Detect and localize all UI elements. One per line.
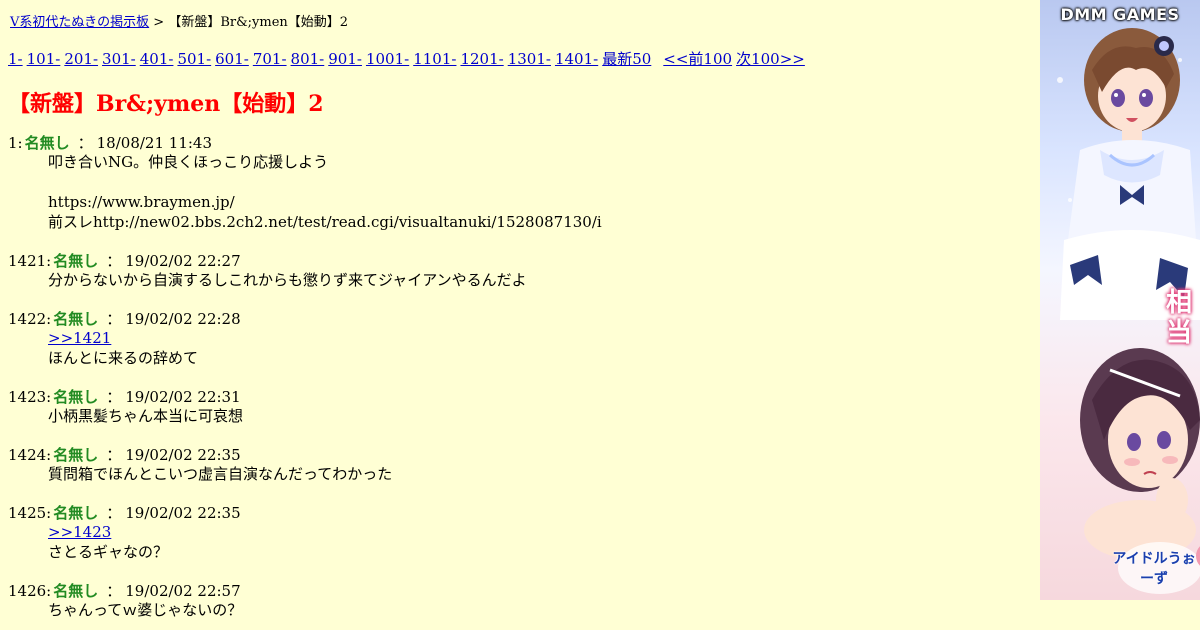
ad-banner[interactable]: DMM GAMES 相当 アイドルうぉーず	[1040, 0, 1200, 600]
thread-page: V系初代たぬきの掲示板 > 【新盤】Br&;ymen【始動】2 1- 101- 20…	[0, 0, 1040, 630]
post-body: 分からないから自演するしこれからも懲りず来てジャイアンやるんだよ	[48, 270, 1028, 290]
post-author-name: 名無し	[53, 504, 99, 522]
post-text-line: 小柄黒髪ちゃん本当に可哀想	[48, 407, 244, 425]
post: 1421: 名無し ： 19/02/02 22:27 分からないから自演するしこれからも…	[8, 252, 1028, 290]
post-separator: ：	[106, 252, 122, 270]
post-body: 質問箱でほんとこいつ虚言自演なんだってわかった	[48, 464, 1028, 484]
post-number: 1423:	[8, 388, 52, 406]
post-header: 1425: 名無し ： 19/02/02 22:35	[8, 504, 1028, 522]
pager-link[interactable]: 101-	[27, 50, 61, 68]
board-link[interactable]: V系初代たぬきの掲示板	[10, 15, 149, 30]
post-text-line: 前スレhttp://new02.bbs.2ch2.net/test/read.c…	[48, 213, 602, 231]
post-text-line	[48, 172, 1028, 192]
post-author-name: 名無し	[53, 252, 99, 270]
pager-link[interactable]: 801-	[291, 50, 325, 68]
post: 1425: 名無し ： 19/02/02 22:35 >>1423 さとるギャなの？	[8, 504, 1028, 562]
post-author-name: 名無し	[24, 134, 70, 152]
post-separator: ：	[77, 134, 93, 152]
pager-link[interactable]: 701-	[253, 50, 287, 68]
post-header: 1: 名無し ： 18/08/21 11:43	[8, 134, 1028, 152]
pager-link[interactable]: 901-	[328, 50, 362, 68]
post-text-line: さとるギャなの？	[48, 543, 169, 561]
post: 1424: 名無し ： 19/02/02 22:35 質問箱でほんとこいつ虚言自演なんだ…	[8, 446, 1028, 484]
post-date: 18/08/21 11:43	[96, 134, 213, 152]
post-author-name: 名無し	[53, 446, 99, 464]
pager-link[interactable]: 501-	[177, 50, 211, 68]
post-body: 叩き合いNG。仲良くほっこり応援しよう https://www.braymen.j…	[48, 152, 1028, 232]
pager-link[interactable]: 1401-	[555, 50, 598, 68]
post-header: 1426: 名無し ： 19/02/02 22:57	[8, 582, 1028, 600]
post-separator: ：	[106, 446, 122, 464]
post-body: >>1423 さとるギャなの？	[48, 522, 1028, 562]
post-separator: ：	[106, 582, 122, 600]
post: 1: 名無し ： 18/08/21 11:43 叩き合いNG。仲良くほっこり応援しよう h…	[8, 134, 1028, 232]
pager-link[interactable]: 1201-	[460, 50, 503, 68]
breadcrumb-current: 【新盤】Br&;ymen【始動】2	[168, 15, 349, 30]
post-date: 19/02/02 22:27	[125, 252, 241, 270]
reply-anchor-link[interactable]: >>1421	[48, 328, 1028, 348]
post-separator: ：	[106, 504, 122, 522]
post-number: 1425:	[8, 504, 52, 522]
breadcrumb: V系初代たぬきの掲示板 > 【新盤】Br&;ymen【始動】2	[10, 11, 348, 30]
post-date: 19/02/02 22:35	[125, 446, 241, 464]
post-header: 1421: 名無し ： 19/02/02 22:27	[8, 252, 1028, 270]
pager-link[interactable]: 201-	[64, 50, 98, 68]
post-text-line: ちゃんってｗ婆じゃないの？	[48, 601, 243, 619]
post-number: 1426:	[8, 582, 52, 600]
pager-link[interactable]: 最新50	[602, 50, 651, 68]
pager-link[interactable]: 1-	[8, 50, 23, 68]
prev-100-link[interactable]: <<前100	[663, 50, 732, 68]
post-text-line: 叩き合いNG。仲良くほっこり応援しよう	[48, 153, 329, 171]
post: 1426: 名無し ： 19/02/02 22:57 ちゃんってｗ婆じゃないの？	[8, 582, 1028, 620]
post-date: 19/02/02 22:35	[125, 504, 241, 522]
pagination-nav: 1- 101- 201- 301- 401- 501- 601- 701- 801- 901- 10…	[8, 48, 809, 69]
post-header: 1423: 名無し ： 19/02/02 22:31	[8, 388, 1028, 406]
ad-game-logo: アイドルうぉーず	[1112, 551, 1196, 587]
post-text-line: https://www.braymen.jp/	[48, 193, 235, 211]
post-separator: ：	[106, 388, 122, 406]
breadcrumb-separator: >	[153, 15, 165, 30]
post-separator: ：	[106, 310, 122, 328]
post-author-name: 名無し	[53, 310, 99, 328]
post-text-line: 質問箱でほんとこいつ虚言自演なんだってわかった	[48, 465, 393, 483]
post-body: ちゃんってｗ婆じゃないの？	[48, 600, 1028, 620]
post-number: 1:	[8, 134, 23, 152]
ad-badge-text: 相当	[1165, 288, 1192, 348]
post-list: 1: 名無し： 18/08/21 11:43 叩き合いNG。仲良くほっこり応援しよう h…	[8, 134, 1028, 630]
post-date: 19/02/02 22:28	[125, 310, 241, 328]
post: 1423: 名無し ： 19/02/02 22:31 小柄黒髪ちゃん本当に可哀想	[8, 388, 1028, 426]
pager-link[interactable]: 1001-	[366, 50, 409, 68]
pager-link[interactable]: 1301-	[508, 50, 551, 68]
post-number: 1421:	[8, 252, 52, 270]
post-date: 19/02/02 22:57	[125, 582, 241, 600]
post-date: 19/02/02 22:31	[125, 388, 241, 406]
pager-link[interactable]: 301-	[102, 50, 136, 68]
post-body: 小柄黒髪ちゃん本当に可哀想	[48, 406, 1028, 426]
post-author-name: 名無し	[53, 582, 99, 600]
post-number: 1424:	[8, 446, 52, 464]
post-header: 1424: 名無し ： 19/02/02 22:35	[8, 446, 1028, 464]
post-body: >>1421 ほんとに来るの辞めて	[48, 328, 1028, 368]
post-author-name: 名無し	[53, 388, 99, 406]
post-text-line: 分からないから自演するしこれからも懲りず来てジャイアンやるんだよ	[48, 271, 527, 289]
post: 1422: 名無し ： 19/02/02 22:28 >>1421 ほんとに来るの辞めて	[8, 310, 1028, 368]
ad-brand-logo: DMM GAMES	[1060, 5, 1180, 24]
pager-link[interactable]: 1101-	[413, 50, 456, 68]
pager-link[interactable]: 601-	[215, 50, 249, 68]
pager-link[interactable]: 401-	[140, 50, 174, 68]
reply-anchor-link[interactable]: >>1423	[48, 522, 1028, 542]
post-header: 1422: 名無し ： 19/02/02 22:28	[8, 310, 1028, 328]
next-100-link[interactable]: 次100>>	[736, 50, 805, 68]
post-number: 1422:	[8, 310, 52, 328]
post-text-line: ほんとに来るの辞めて	[48, 349, 199, 367]
thread-title: 【新盤】Br&;ymen【始動】2	[8, 91, 324, 117]
